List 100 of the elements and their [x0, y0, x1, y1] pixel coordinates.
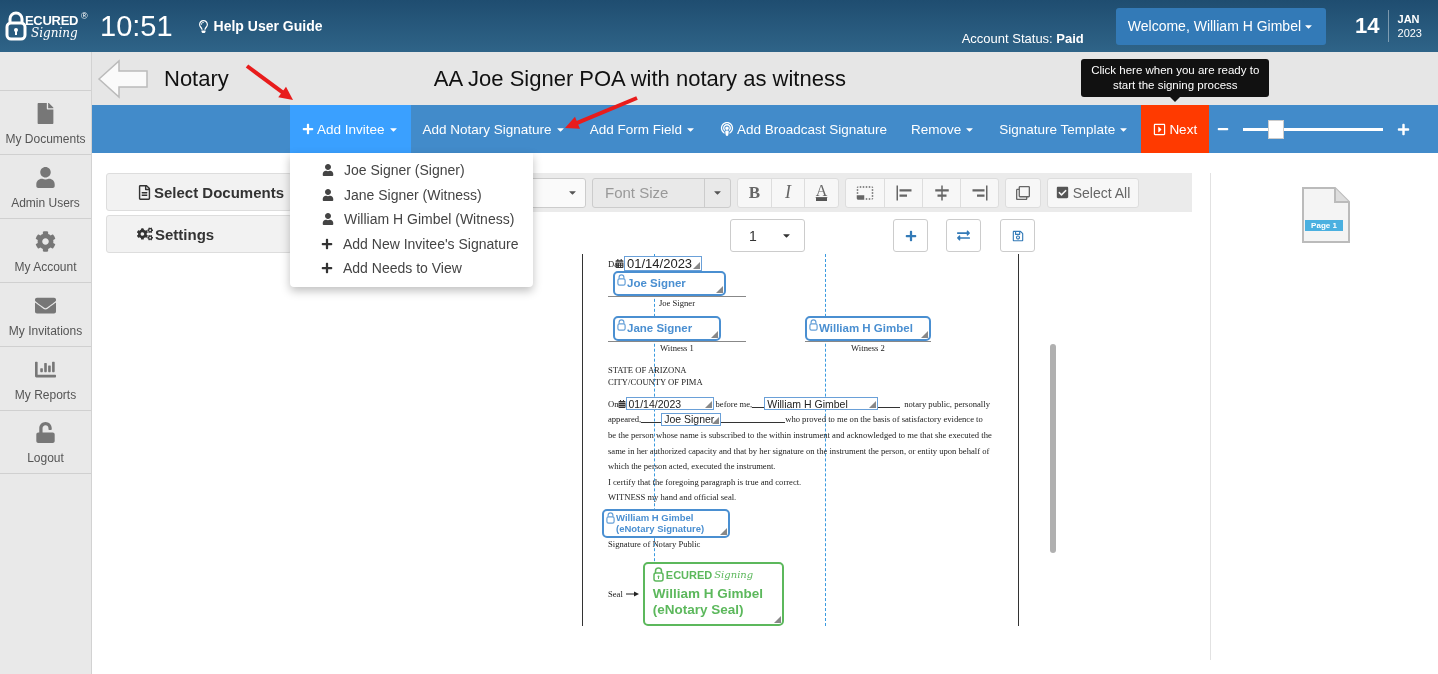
date-field[interactable]: 01/14/2023 [624, 256, 703, 271]
document-icon [137, 184, 152, 200]
sidebar-item[interactable]: Logout [0, 410, 91, 474]
tooltip-pointer-icon [1170, 97, 1181, 102]
signature-caption: Joe Signer [657, 297, 696, 310]
text-field[interactable]: William H Gimbel [764, 397, 879, 411]
menu-item[interactable]: Joe Signer (Signer) [290, 158, 533, 183]
plus-icon [321, 262, 333, 275]
signature-caption: Signature of Notary Public [608, 539, 701, 550]
logo-icon [5, 11, 27, 41]
plus-icon [302, 123, 314, 135]
document-text: notary public, personally [904, 398, 990, 409]
zoom-in-icon[interactable] [1397, 122, 1411, 136]
align-center-icon [932, 183, 951, 202]
document-text: STATE OF ARIZONA [608, 365, 687, 375]
toolbar-button[interactable]: Add Notary Signature [410, 105, 578, 153]
bold-button[interactable]: B [738, 178, 771, 207]
seal-logo-wordmark: ECURED [665, 568, 713, 581]
sidebar-item[interactable]: My Documents [0, 90, 91, 154]
align-left-icon [894, 183, 913, 202]
resize-handle-icon[interactable] [773, 616, 781, 624]
toolbar-button[interactable]: Add Broadcast Signature [707, 105, 899, 153]
menu-item[interactable]: Jane Signer (Witness) [290, 182, 533, 207]
sidebar-item[interactable]: My Reports [0, 346, 91, 410]
menu-item[interactable]: Add New Invitee's Signature [290, 231, 533, 256]
plus-icon [321, 237, 333, 250]
help-link[interactable]: Help User Guide [196, 18, 323, 34]
document-text: be the person whose name is subscribed to the within instrument and acknowledged to me that she executed the [608, 430, 992, 440]
signature-field[interactable]: William H Gimbel [805, 316, 931, 341]
date-day: 14 [1355, 13, 1388, 39]
add-page-button[interactable] [893, 219, 928, 252]
date-year: 2023 [1397, 26, 1422, 40]
resize-handle-icon[interactable] [711, 331, 718, 338]
settings-icon [137, 226, 153, 242]
user-icon [322, 213, 334, 226]
sidebar-item[interactable]: My Invitations [0, 282, 91, 346]
lock-icon [606, 512, 615, 525]
resize-handle-icon[interactable] [720, 528, 727, 536]
swap-button[interactable] [946, 219, 981, 252]
document-text: On [608, 398, 619, 409]
font-color-button[interactable]: A [804, 178, 838, 207]
scrollbar[interactable] [1050, 344, 1056, 553]
page-label: Page 1 [1305, 220, 1343, 231]
logo-script: Signing [31, 26, 79, 39]
settings-button[interactable]: Settings [106, 215, 292, 253]
welcome-button[interactable]: Welcome, William H Gimbel [1115, 7, 1327, 45]
user-icon [322, 188, 334, 201]
file-icon [35, 103, 56, 124]
slider-thumb[interactable] [1267, 119, 1284, 139]
menu-item[interactable]: William H Gimbel (Witness) [290, 207, 533, 232]
select-documents-button[interactable]: Select Documents [106, 173, 292, 211]
copy-icon [1016, 185, 1030, 200]
next-button[interactable]: Next [1141, 105, 1210, 153]
resize-handle-icon[interactable] [921, 331, 928, 338]
italic-button[interactable]: I [771, 178, 804, 207]
account-status: Account Status: Paid [961, 31, 1084, 46]
page-select[interactable]: 1 [730, 219, 805, 252]
date-month: JAN [1397, 12, 1421, 26]
toolbar-button[interactable]: Remove [899, 105, 988, 153]
checkbox-icon [1055, 186, 1069, 199]
toolbar-button[interactable]: Signature Template [987, 105, 1142, 153]
date-field[interactable]: 01/14/2023 [625, 397, 714, 411]
resize-handle-icon[interactable] [869, 401, 877, 409]
envelope-icon [35, 295, 56, 316]
document-text: appeared, [608, 414, 642, 425]
document-text: WITNESS my hand and official seal. [608, 492, 737, 503]
text-field[interactable]: Joe Signer [661, 412, 722, 426]
document-title: AA Joe Signer POA with notary as witness [433, 65, 846, 92]
save-icon [1011, 229, 1024, 242]
unlock-icon [35, 422, 56, 443]
save-button[interactable] [1000, 219, 1035, 252]
zoom-slider[interactable] [1243, 119, 1384, 139]
sidebar-item[interactable]: Admin Users [0, 154, 91, 218]
swap-icon [957, 229, 970, 242]
resize-handle-icon[interactable] [716, 286, 723, 293]
menu-item[interactable]: Add Needs to View [290, 256, 533, 281]
document-text: who proved to me on the basis of satisfactory evidence to [785, 414, 983, 425]
broadcast-icon [719, 122, 734, 136]
signature-caption: Witness 2 [850, 342, 886, 355]
toolbar-button[interactable]: Add Form Field [577, 105, 708, 153]
section-title: Notary [164, 65, 229, 92]
lock-icon [617, 274, 626, 286]
signature-field[interactable]: Joe Signer [613, 271, 726, 296]
lock-icon [652, 567, 664, 583]
resize-handle-icon[interactable] [693, 262, 701, 269]
signature-field[interactable]: Jane Signer [613, 316, 721, 341]
lightbulb-icon [196, 19, 210, 33]
signature-caption: Witness 1 [659, 342, 695, 355]
select-all-button[interactable]: Select All [1048, 178, 1138, 207]
lock-icon [617, 319, 626, 331]
signature-field[interactable]: William H Gimbel (eNotary Signature) [602, 509, 730, 539]
document-text: I certify that the foregoing paragraph is true and correct. [608, 476, 802, 487]
seal-name: William H Gimbel (eNotary Seal) [652, 586, 764, 618]
user-icon [35, 167, 56, 188]
logo-wordmark: ECURED [25, 13, 79, 27]
document-text: before me, [715, 398, 753, 409]
document-text: same in her authorized capacity and that by her signature on the instrument the person, or entity upon behalf of [608, 445, 990, 456]
sidebar-item[interactable]: My Account [0, 218, 91, 282]
bar-chart-icon [35, 359, 56, 380]
plus-icon [904, 229, 917, 242]
